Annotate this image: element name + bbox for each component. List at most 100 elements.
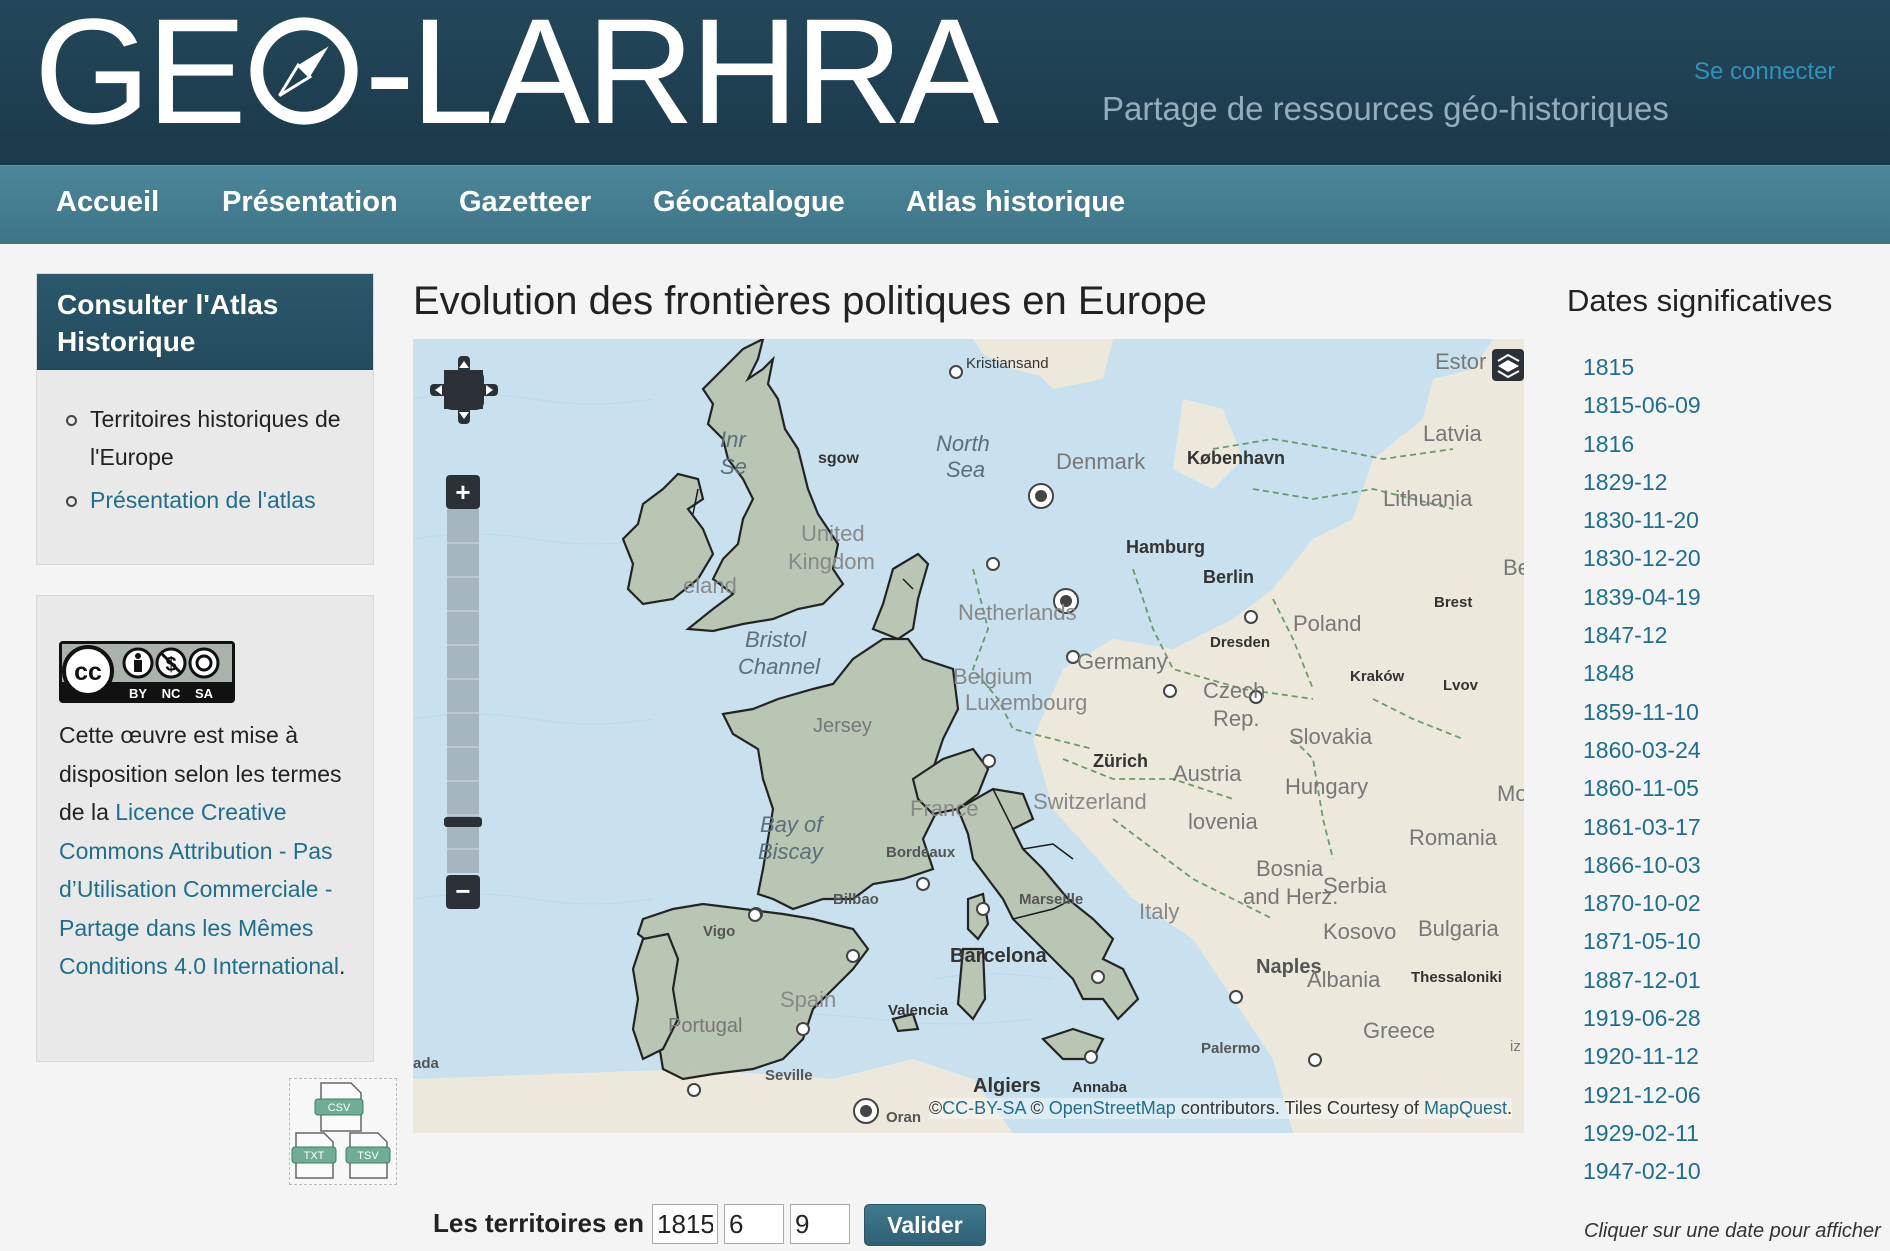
attribution-end: .: [1506, 1098, 1512, 1118]
compass-icon: [250, 17, 358, 125]
map-label: Bela: [1503, 555, 1524, 580]
date-link[interactable]: 1830-11-20: [1583, 507, 1699, 533]
map-label: Slovakia: [1289, 724, 1373, 749]
date-link[interactable]: 1921-12-06: [1583, 1082, 1701, 1108]
map-label: Se: [720, 454, 747, 479]
nav-item-geocatalogue[interactable]: Géocatalogue: [653, 186, 845, 219]
map-label: Annaba: [1072, 1079, 1128, 1096]
date-link[interactable]: 1859-11-10: [1583, 699, 1699, 725]
atlas-menu-block: Consulter l'Atlas Historique Territoires…: [36, 273, 374, 565]
attribution-contrib: contributors.: [1175, 1098, 1280, 1118]
attribution-osm-link[interactable]: OpenStreetMap: [1049, 1098, 1176, 1118]
date-link[interactable]: 1829-12: [1583, 469, 1667, 495]
map-label: Bilbao: [833, 891, 879, 908]
map-label: Germany: [1077, 649, 1167, 674]
atlas-menu-item: Présentation de l'atlas: [65, 481, 355, 519]
map-label: Italy: [1139, 899, 1179, 924]
date-list-item: 1859-11-10: [1583, 697, 1701, 735]
csv-file-icon[interactable]: CSV: [314, 1082, 364, 1132]
day-input[interactable]: [790, 1204, 850, 1244]
attribution-mapquest-link[interactable]: MapQuest: [1424, 1098, 1507, 1118]
txt-file-icon[interactable]: TXT: [291, 1132, 337, 1179]
date-link[interactable]: 1830-12-20: [1583, 545, 1701, 571]
map-label: København: [1187, 448, 1285, 468]
map-label: North: [936, 431, 990, 456]
date-link[interactable]: 1870-10-02: [1583, 890, 1701, 916]
nav-item-gazetteer[interactable]: Gazetteer: [459, 186, 591, 219]
logo-text-right: -LARHRA: [364, 0, 999, 155]
nav-item-accueil[interactable]: Accueil: [56, 186, 159, 219]
date-link[interactable]: 1815: [1583, 354, 1634, 380]
svg-text:NC: NC: [162, 686, 181, 701]
link-territoires-historiques[interactable]: Territoires historiques de l'Europe: [90, 406, 341, 470]
submit-button[interactable]: Valider: [864, 1204, 986, 1246]
map-label: Denmark: [1056, 449, 1146, 474]
map-attribution: ©CC-BY-SA © OpenStreetMap contributors. …: [928, 1098, 1512, 1119]
map-label: Thessaloniki: [1411, 969, 1502, 986]
zoom-slider-handle[interactable]: [444, 817, 482, 827]
nav-item-presentation[interactable]: Présentation: [222, 186, 398, 219]
date-list-item: 1887-12-01: [1583, 965, 1701, 1003]
date-link[interactable]: 1920-11-12: [1583, 1043, 1699, 1069]
map-label: sgow: [818, 450, 859, 467]
dates-list: 1815 1815-06-09 1816 1829-12 1830-11-20 1830-…: [1583, 352, 1701, 1195]
nav-item-atlas-historique[interactable]: Atlas historique: [906, 186, 1125, 219]
map-label: Palermo: [1201, 1040, 1260, 1057]
date-link[interactable]: 1919-06-28: [1583, 1005, 1701, 1031]
date-link[interactable]: 1848: [1583, 660, 1634, 686]
map-label: Channel: [738, 654, 821, 679]
map-label: Jersey: [813, 715, 872, 737]
date-link[interactable]: 1866-10-03: [1583, 852, 1701, 878]
map-label: Czech: [1203, 678, 1265, 703]
tsv-file-icon[interactable]: TSV: [345, 1132, 391, 1179]
date-list-item: 1929-02-11: [1583, 1118, 1701, 1156]
date-link[interactable]: 1861-03-17: [1583, 814, 1701, 840]
year-input[interactable]: [652, 1204, 718, 1244]
map-label: Berlin: [1203, 567, 1254, 587]
date-link[interactable]: 1816: [1583, 431, 1634, 457]
atlas-menu-list: Territoires historiques de l'Europe Prés…: [65, 400, 355, 524]
site-tagline: Partage de ressources géo-historiques: [1102, 90, 1669, 127]
map-label: Dresden: [1210, 634, 1270, 651]
map-canvas[interactable]: Kristiansand Estor Latvia North Sea Denm…: [413, 339, 1524, 1133]
map-viewport[interactable]: Kristiansand Estor Latvia North Sea Denm…: [413, 339, 1524, 1133]
map-label: Marseille: [1019, 891, 1083, 908]
map-label: Poland: [1293, 611, 1362, 636]
map-label: iz: [1510, 1038, 1521, 1055]
map-label: Spain: [780, 987, 836, 1012]
date-list-item: 1860-03-24: [1583, 735, 1701, 773]
map-label: Seville: [765, 1067, 813, 1084]
month-input[interactable]: [724, 1204, 784, 1244]
map-label: eland: [683, 573, 737, 598]
date-link[interactable]: 1860-03-24: [1583, 737, 1701, 763]
link-presentation-atlas[interactable]: Présentation de l'atlas: [90, 487, 316, 513]
date-link[interactable]: 1929-02-11: [1583, 1120, 1699, 1146]
date-link[interactable]: 1815-06-09: [1583, 392, 1701, 418]
date-link[interactable]: 1871-05-10: [1583, 928, 1701, 954]
map-label: Inr: [720, 427, 747, 452]
zoom-control[interactable]: + −: [444, 475, 482, 909]
date-list-item: 1815-06-09: [1583, 390, 1701, 428]
date-link[interactable]: 1887-12-01: [1583, 967, 1701, 993]
site-logo[interactable]: GE -LARHRA: [34, 0, 999, 155]
license-link[interactable]: Licence Creative Commons Attribution - P…: [59, 799, 339, 979]
login-link[interactable]: Se connecter: [1694, 58, 1835, 86]
date-link[interactable]: 1947-02-10: [1583, 1158, 1701, 1184]
date-list-item: 1848: [1583, 658, 1701, 696]
map-label: Bulgaria: [1418, 916, 1499, 941]
date-link[interactable]: 1860-11-05: [1583, 775, 1699, 801]
date-link[interactable]: 1839-04-19: [1583, 584, 1701, 610]
layer-switcher-button[interactable]: [1492, 349, 1524, 381]
date-list-item: 1860-11-05: [1583, 773, 1701, 811]
date-form-label: Les territoires en: [433, 1208, 644, 1238]
attribution-tiles: Tiles Courtesy of: [1279, 1098, 1424, 1118]
cc-by-nc-sa-icon: cc $ BY NC SA: [59, 641, 235, 703]
attribution-cc-link[interactable]: CC-BY-SA: [942, 1098, 1025, 1118]
map-label: Hungary: [1285, 774, 1368, 799]
map-label: Bosnia: [1256, 856, 1324, 881]
map-label: Lithuania: [1383, 486, 1473, 511]
svg-text:cc: cc: [74, 658, 102, 686]
svg-text:TSV: TSV: [357, 1150, 379, 1162]
date-link[interactable]: 1847-12: [1583, 622, 1667, 648]
svg-text:CSV: CSV: [328, 1102, 351, 1114]
